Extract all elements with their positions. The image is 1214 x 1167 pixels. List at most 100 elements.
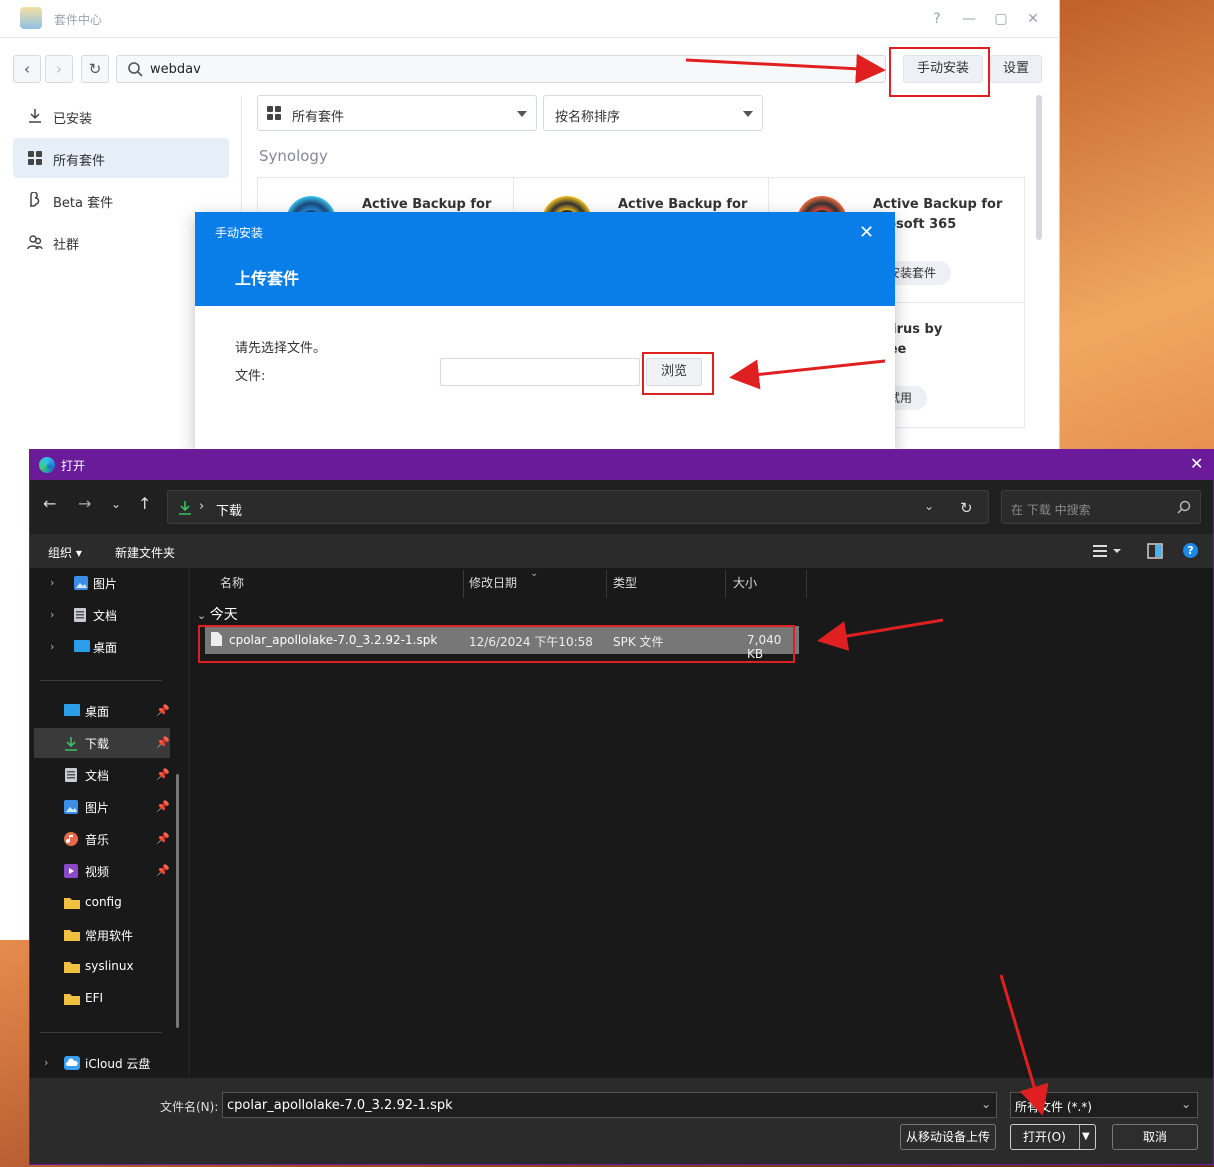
chevron-down-icon — [743, 111, 753, 117]
quick-access-common-software[interactable]: 常用软件 — [30, 920, 188, 950]
address-bar[interactable]: › 下载 ⌄ ↻ — [167, 490, 989, 524]
back-arrow-icon[interactable]: ← — [43, 494, 56, 513]
nav-item-label: syslinux — [85, 959, 134, 973]
folder-icon — [64, 928, 80, 941]
new-folder-button[interactable]: 新建文件夹 — [115, 544, 175, 561]
chevron-right-icon[interactable]: › — [50, 576, 54, 589]
column-separator[interactable] — [725, 570, 726, 598]
organize-menu[interactable]: 组织 ▾ — [48, 544, 82, 561]
nav-item-label: 音乐 — [85, 833, 110, 847]
nav-item-icloud[interactable]: › iCloud 云盘 — [30, 1048, 188, 1078]
view-list-icon[interactable] — [1092, 543, 1122, 559]
refresh-icon[interactable]: ↻ — [960, 499, 973, 517]
refresh-button[interactable]: ↻ — [81, 55, 109, 83]
column-header-name[interactable]: 名称 — [220, 574, 244, 591]
button-separator — [1079, 1125, 1080, 1149]
nav-item-label: 文档 — [93, 609, 118, 623]
chevron-right-icon[interactable]: › — [44, 1056, 48, 1069]
dialog-title: 上传套件 — [235, 269, 300, 288]
dialog-title: 打开 — [61, 459, 86, 473]
filename-label: 文件名(N): — [160, 1100, 219, 1114]
open-button[interactable]: 打开(O) ▼ — [1010, 1124, 1096, 1150]
sidebar-item-label: Beta 套件 — [53, 196, 114, 211]
column-separator[interactable] — [606, 570, 607, 598]
search-input[interactable]: webdav — [116, 55, 886, 83]
filename-input[interactable]: cpolar_apollolake-7.0_3.2.92-1.spk ⌄ — [222, 1092, 997, 1118]
quick-access-config[interactable]: config — [30, 888, 188, 918]
category-dropdown[interactable]: 所有套件 — [257, 95, 537, 131]
column-header-size[interactable]: 大小 — [733, 574, 757, 591]
filetype-select[interactable]: 所有文件 (*.*) ⌄ — [1010, 1092, 1198, 1118]
column-separator[interactable] — [806, 570, 807, 598]
nav-scrollbar[interactable] — [176, 774, 179, 1028]
quick-access-videos[interactable]: 视频 📌 — [30, 856, 188, 886]
close-icon[interactable]: ✕ — [859, 222, 874, 243]
back-button[interactable]: ‹ — [13, 55, 41, 83]
chevron-down-icon[interactable]: ⌄ — [981, 1097, 991, 1111]
column-separator[interactable] — [463, 570, 464, 598]
settings-button[interactable]: 设置 — [990, 55, 1042, 83]
folder-icon — [64, 992, 80, 1005]
dialog-prompt: 请先选择文件。 — [235, 341, 327, 356]
chevron-right-icon[interactable]: › — [50, 608, 54, 621]
nav-item-label: iCloud 云盘 — [85, 1057, 151, 1071]
quick-access-downloads[interactable]: 下载 📌 — [34, 728, 170, 758]
scrollbar[interactable] — [1036, 95, 1042, 240]
highlight-file-row — [198, 625, 795, 663]
grid-icon — [267, 106, 282, 121]
highlight-manual-install — [889, 47, 990, 97]
download-icon — [27, 108, 43, 124]
quick-access-efi[interactable]: EFI — [30, 984, 188, 1014]
navigation-bar: ← → ⌄ ↑ › 下载 ⌄ ↻ 在 下载 中搜索 — [30, 480, 1213, 534]
nav-item-label: 常用软件 — [85, 929, 134, 943]
open-file-dialog: 打开 ✕ ← → ⌄ ↑ › 下载 ⌄ ↻ 在 下载 中搜索 组织 ▾ 新建文件… — [29, 449, 1214, 1165]
chevron-down-icon[interactable]: ⌄ — [924, 499, 934, 513]
nav-item-pictures[interactable]: › 图片 — [30, 568, 188, 598]
breadcrumb-path[interactable]: 下载 — [216, 500, 242, 519]
nav-item-documents[interactable]: › 文档 — [30, 600, 188, 630]
chevron-right-icon[interactable]: › — [50, 640, 54, 653]
nav-item-desktop[interactable]: › 桌面 — [30, 632, 188, 662]
pin-icon: 📌 — [156, 800, 170, 813]
up-arrow-icon[interactable]: ↑ — [138, 494, 151, 513]
category-value: 所有套件 — [292, 110, 345, 125]
help-icon[interactable]: ? — [1183, 543, 1198, 558]
video-icon — [64, 864, 78, 878]
quick-access-music[interactable]: 音乐 📌 — [30, 824, 188, 854]
search-icon — [1177, 500, 1191, 514]
forward-arrow-icon[interactable]: → — [78, 494, 91, 513]
nav-item-label: EFI — [85, 991, 104, 1005]
forward-button[interactable]: › — [45, 55, 73, 83]
chevron-down-icon: ⌄ — [197, 609, 210, 622]
column-header-date[interactable]: 修改日期 — [469, 574, 517, 591]
desktop-icon — [74, 640, 90, 652]
quick-access-documents[interactable]: 文档 📌 — [30, 760, 188, 790]
quick-access-pictures[interactable]: 图片 📌 — [30, 792, 188, 822]
sidebar-item-installed[interactable]: 已安装 — [13, 96, 229, 136]
column-header-type[interactable]: 类型 — [613, 574, 637, 591]
file-label: 文件: — [235, 369, 266, 384]
upload-from-mobile-button[interactable]: 从移动设备上传 — [900, 1124, 996, 1150]
quick-access-syslinux[interactable]: syslinux — [30, 952, 188, 982]
quick-access-desktop[interactable]: 桌面 📌 — [30, 696, 188, 726]
preview-pane-icon[interactable] — [1147, 543, 1163, 559]
cancel-button[interactable]: 取消 — [1112, 1124, 1198, 1150]
pin-icon: 📌 — [156, 736, 170, 749]
chevron-down-icon[interactable]: ▼ — [1082, 1125, 1090, 1149]
sort-dropdown[interactable]: 按名称排序 — [543, 95, 763, 131]
chevron-down-icon[interactable]: ⌄ — [111, 497, 121, 511]
close-icon[interactable]: ✕ — [1024, 10, 1042, 28]
file-path-input[interactable] — [440, 358, 640, 386]
chevron-down-icon[interactable]: ⌄ — [1181, 1097, 1191, 1111]
folder-search-input[interactable]: 在 下载 中搜索 — [1001, 490, 1201, 524]
group-header[interactable]: ⌄ 今天 — [197, 604, 238, 624]
minimize-icon[interactable]: — — [960, 10, 978, 28]
nav-item-label: 文档 — [85, 769, 110, 783]
navigation-pane: › 图片 › 文档 › 桌面 桌面 📌 下载 📌 文档 📌 图片 📌 音乐 📌 … — [30, 568, 188, 1078]
help-icon[interactable]: ? — [928, 10, 946, 28]
maximize-icon[interactable]: ▢ — [992, 10, 1010, 28]
download-icon — [64, 736, 78, 751]
sidebar-item-all-packages[interactable]: 所有套件 — [13, 138, 229, 178]
close-icon[interactable]: ✕ — [1190, 454, 1203, 473]
section-title: Synology — [259, 147, 328, 165]
